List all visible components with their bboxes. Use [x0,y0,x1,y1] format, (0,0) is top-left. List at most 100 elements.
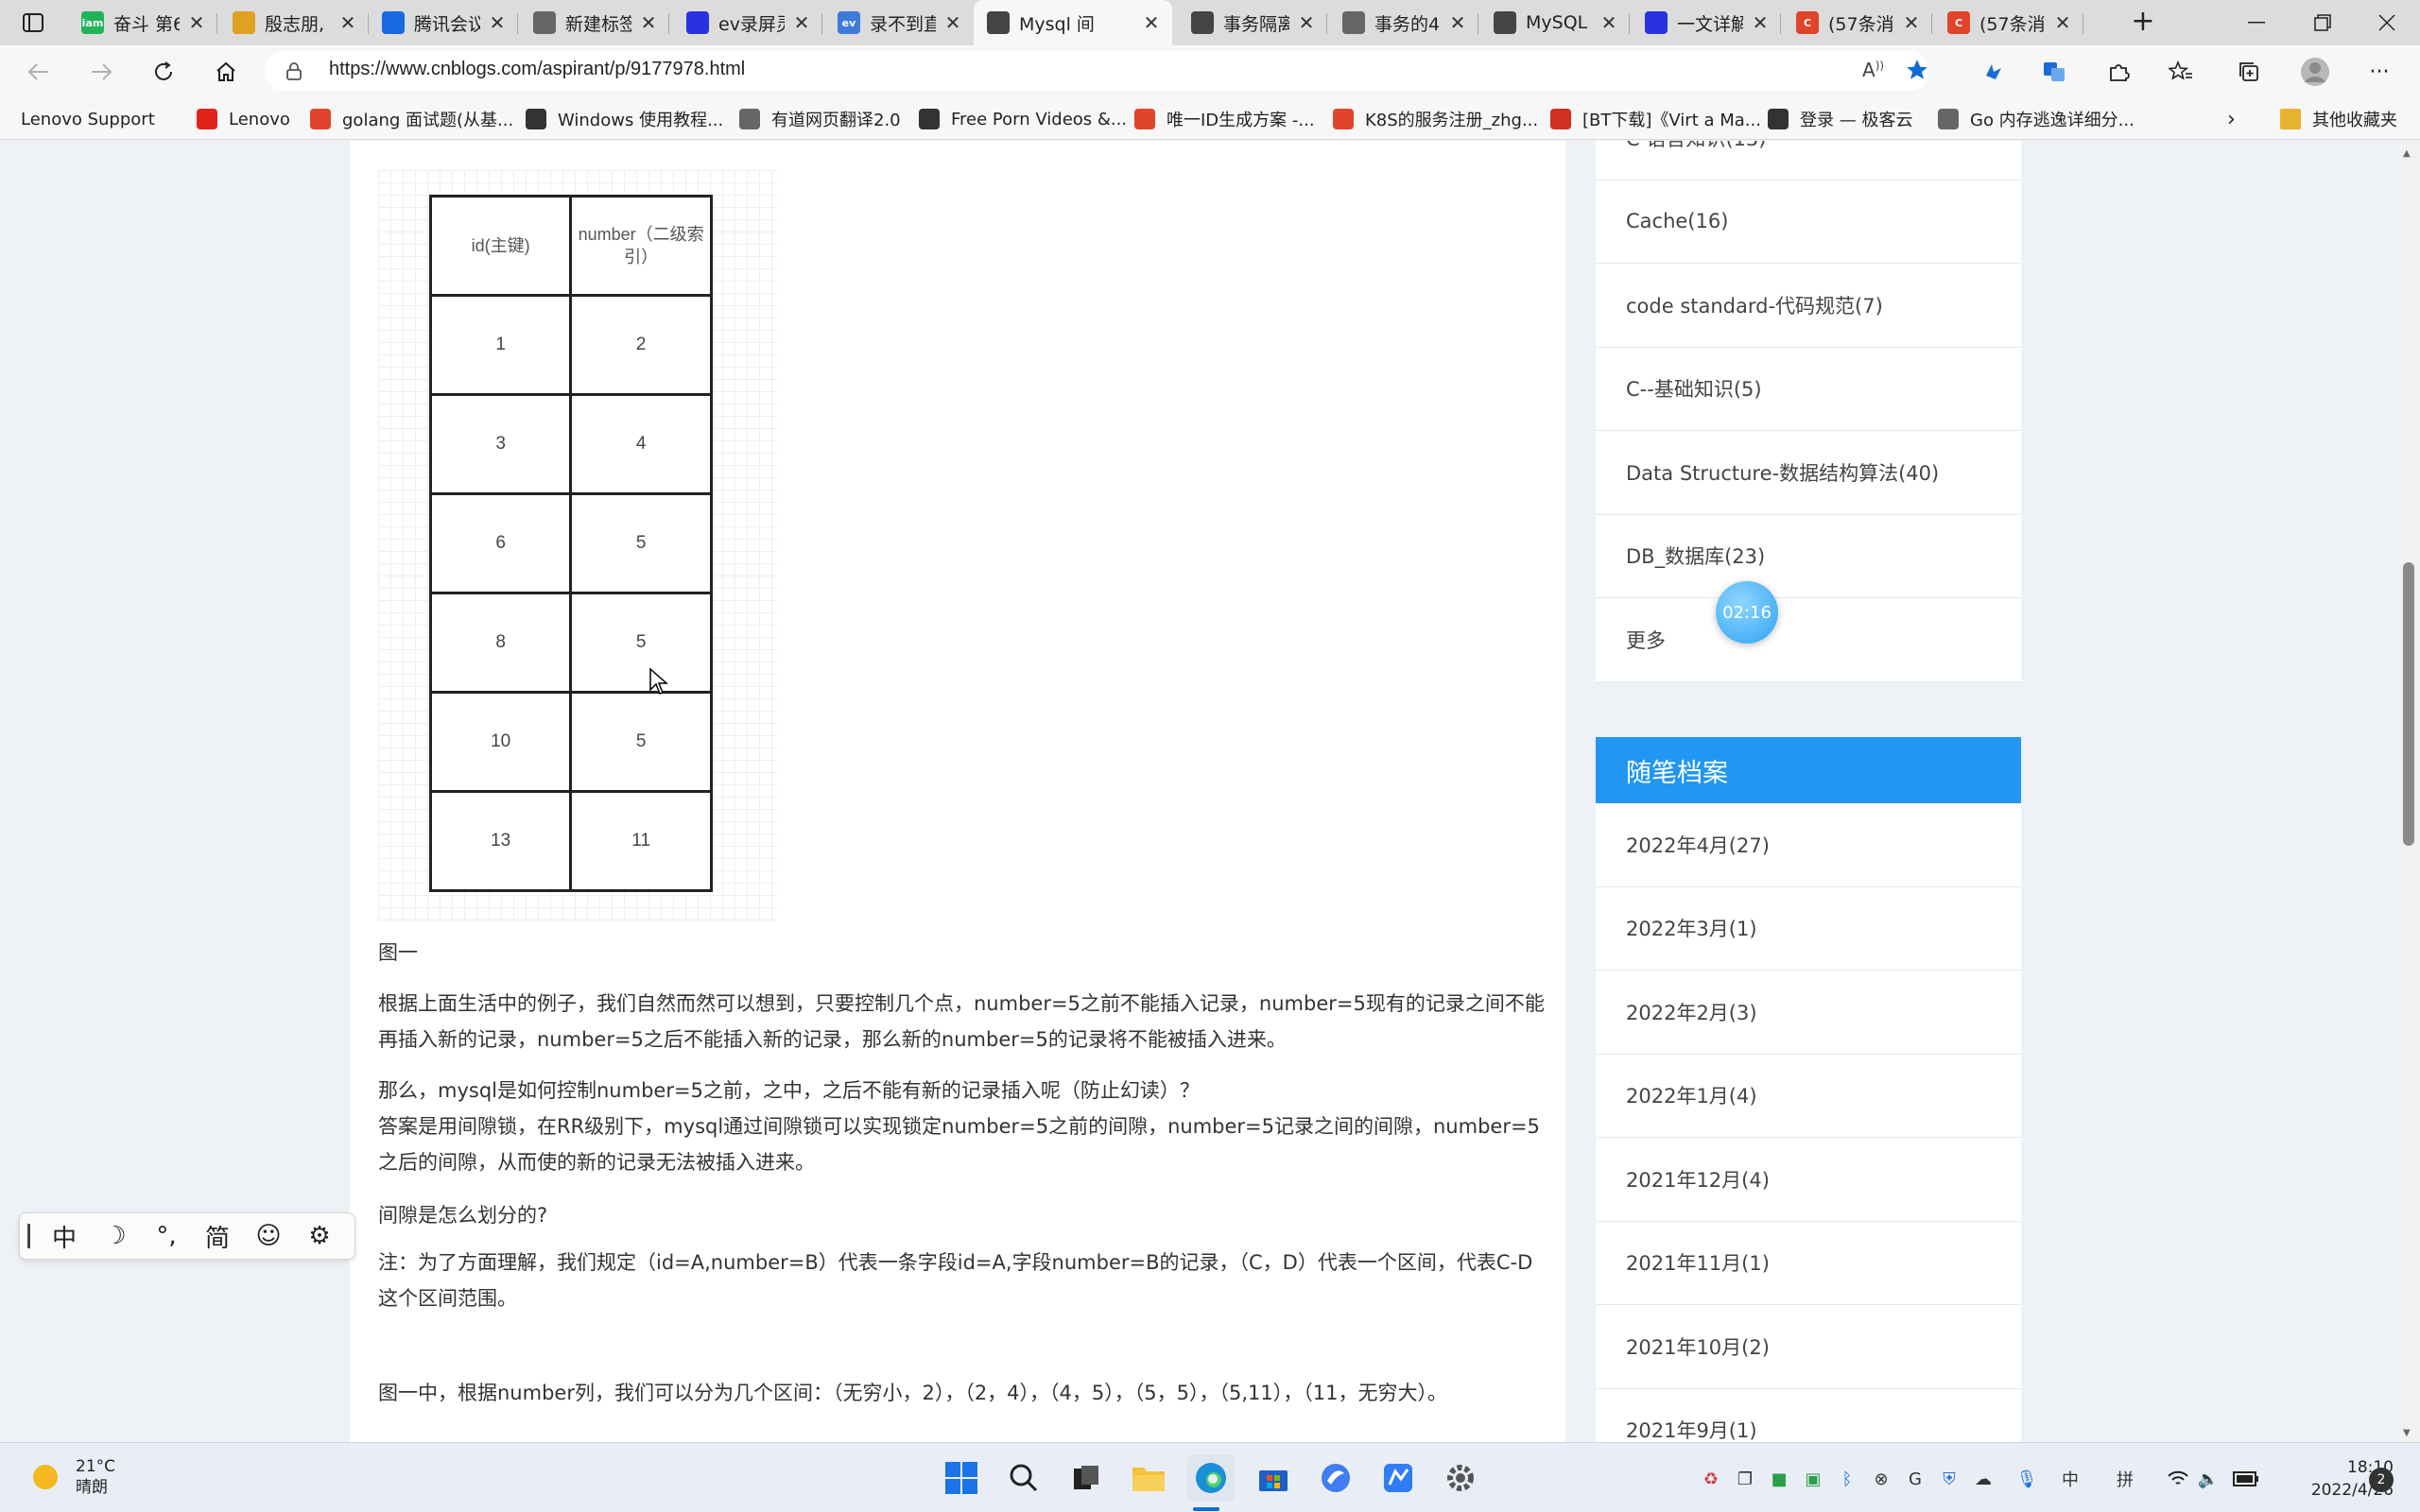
tray-cloud-icon[interactable]: ☁ [1970,1466,1996,1492]
tab-close-icon[interactable]: ✕ [637,11,660,34]
archive-link[interactable]: 2022年2月(3) [1596,971,2021,1055]
browser-tab[interactable]: 一文详解 ✕ [1632,0,1781,45]
extension-bird-icon[interactable] [1976,55,2012,89]
bookmark-item[interactable]: Lenovo Support [21,106,155,132]
lock-icon[interactable] [285,61,302,84]
category-link[interactable]: Cache(16) [1596,180,2021,264]
tray-pinyin-indicator[interactable]: 拼 [2112,1466,2138,1492]
ime-emoji-icon[interactable]: ☺ [243,1212,294,1260]
tab-close-icon[interactable]: ✕ [1295,11,1318,34]
extensions-puzzle-icon[interactable] [2100,55,2136,89]
refresh-icon[interactable] [146,55,182,89]
tray-copy-icon[interactable]: ❐ [1732,1466,1758,1492]
other-bookmarks-folder[interactable]: 其他收藏夹 [2280,106,2397,132]
tab-close-icon[interactable]: ✕ [1446,11,1469,34]
ime-settings-icon[interactable]: ⚙ [294,1212,345,1260]
lark-app-icon[interactable] [1374,1454,1422,1502]
minimize-button[interactable] [2223,0,2290,45]
browser-tab[interactable]: C (57条消 ✕ [1934,0,2083,45]
category-link[interactable]: code standard-代码规范(7) [1596,264,2021,348]
more-menu-icon[interactable]: ··· [2361,55,2397,89]
browser-tab[interactable]: 事务隔离 ✕ [1178,0,1327,45]
profile-avatar-icon[interactable] [2297,55,2333,89]
bookmark-item[interactable]: Go 内存逃逸详细分... [1938,106,2135,132]
bookmark-item[interactable]: Free Porn Videos &... [919,106,1127,132]
category-link[interactable]: DB_数据库(23) [1596,515,2021,598]
tab-close-icon[interactable]: ✕ [1900,11,1923,34]
tray-bluetooth-icon[interactable]: ᛒ [1834,1466,1860,1492]
archive-link[interactable]: 2021年11月(1) [1596,1222,2021,1305]
browser-tab[interactable]: C (57条消 ✕ [1783,0,1932,45]
bookmark-item[interactable]: 有道网页翻译2.0 [739,106,901,132]
tray-terminal-icon[interactable]: ▣ [1800,1466,1826,1492]
browser-tab[interactable]: ev 录不到直 ✕ [824,0,974,45]
restore-button[interactable] [2290,0,2356,45]
archive-link[interactable]: 2022年4月(27) [1596,803,2021,887]
archive-link[interactable]: 2021年10月(2) [1596,1305,2021,1389]
url-text[interactable]: https://www.cnblogs.com/aspirant/p/91779… [329,59,745,80]
category-more-link[interactable]: 更多 [1596,598,2021,682]
translate-icon[interactable] [2036,55,2072,89]
bookmark-item[interactable]: [BT下载]《Virt a Ma... [1550,106,1761,132]
browser-tab[interactable]: 事务的4 ✕ [1329,0,1478,45]
ime-moon-icon[interactable]: ☽ [90,1212,141,1260]
read-aloud-icon[interactable]: A)) [1862,59,1884,81]
bookmark-item[interactable]: 唯一ID生成方案 -... [1134,106,1315,132]
archive-link[interactable]: 2022年1月(4) [1596,1055,2021,1138]
tray-microphone-icon[interactable]: 🎙 [2014,1466,2040,1492]
tab-close-icon[interactable]: ✕ [185,11,208,34]
favorites-icon[interactable] [2163,55,2199,89]
bookmark-item[interactable]: Lenovo [197,106,290,132]
bookmark-item[interactable]: K8S的服务注册_zhg... [1333,106,1538,132]
browser-tab[interactable]: 腾讯会议 ✕ [369,0,518,45]
store-icon[interactable] [1250,1454,1297,1502]
edge-browser-icon[interactable] [1187,1454,1235,1502]
tab-close-icon[interactable]: ✕ [790,11,813,34]
ime-simplified-toggle[interactable]: 简 [192,1212,243,1260]
bookmarks-overflow-chevron-icon[interactable]: › [2227,106,2236,132]
archive-link[interactable]: 2022年3月(1) [1596,887,2021,971]
tray-g-icon[interactable]: G [1902,1466,1928,1492]
archive-link[interactable]: 2021年12月(4) [1596,1138,2021,1222]
browser-tab[interactable]: 殷志朋, ✕ [219,0,369,45]
scroll-thumb[interactable] [2403,562,2414,846]
close-window-button[interactable] [2354,0,2420,45]
tab-close-icon[interactable]: ✕ [1140,11,1163,34]
tab-close-icon[interactable]: ✕ [337,11,359,34]
tab-close-icon[interactable]: ✕ [1749,11,1772,34]
ime-chinese-toggle[interactable]: 中 [39,1212,90,1260]
browser-tab[interactable]: iam 奋斗 第6 ✕ [68,0,217,45]
page-scrollbar[interactable]: ▲ ▼ [2397,141,2420,1442]
feishu-app-icon[interactable] [1312,1454,1359,1502]
notification-badge[interactable]: 2 [2369,1468,2394,1492]
ime-punctuation-toggle[interactable]: °, [141,1212,192,1260]
tray-close-icon[interactable]: ⊗ [1868,1466,1894,1492]
browser-tab[interactable]: ev录屏灵✕ [673,0,822,45]
search-icon[interactable] [1000,1454,1047,1502]
tray-sync-icon[interactable]: ♻ [1698,1466,1724,1492]
collections-icon[interactable] [2231,55,2267,89]
tab-close-icon[interactable]: ✕ [2051,11,2074,34]
home-icon[interactable] [208,55,244,89]
tray-battery-icon[interactable] [2233,1466,2259,1492]
favorite-star-icon[interactable] [1905,58,1929,86]
tab-close-icon[interactable]: ✕ [486,11,509,34]
browser-tab[interactable]: 新建标签 ✕ [520,0,669,45]
tab-close-icon[interactable]: ✕ [1598,11,1620,34]
browser-tab[interactable]: Mysql 间 ✕ [974,0,1172,45]
new-tab-button[interactable]: + [2127,8,2159,38]
tray-nvidia-icon[interactable]: ■ [1766,1466,1792,1492]
category-link[interactable]: Data Structure-数据结构算法(40) [1596,431,2021,515]
file-explorer-icon[interactable] [1125,1454,1172,1502]
start-windows-icon[interactable] [938,1454,985,1502]
category-link[interactable]: C--基础知识(5) [1596,348,2021,431]
tray-shield-icon[interactable]: ⛨ [1936,1466,1962,1492]
tray-language-chinese[interactable]: 中 [2057,1466,2083,1492]
tab-close-icon[interactable]: ✕ [942,11,964,34]
scroll-up-arrow-icon[interactable]: ▲ [2403,148,2411,159]
scroll-down-arrow-icon[interactable]: ▼ [2403,1428,2411,1438]
weather-widget[interactable]: 21°C 晴朗 [28,1456,115,1498]
tray-volume-icon[interactable]: 🔈 [2195,1466,2221,1492]
tray-wifi-icon[interactable] [2165,1466,2191,1492]
back-arrow-icon[interactable] [21,55,57,89]
